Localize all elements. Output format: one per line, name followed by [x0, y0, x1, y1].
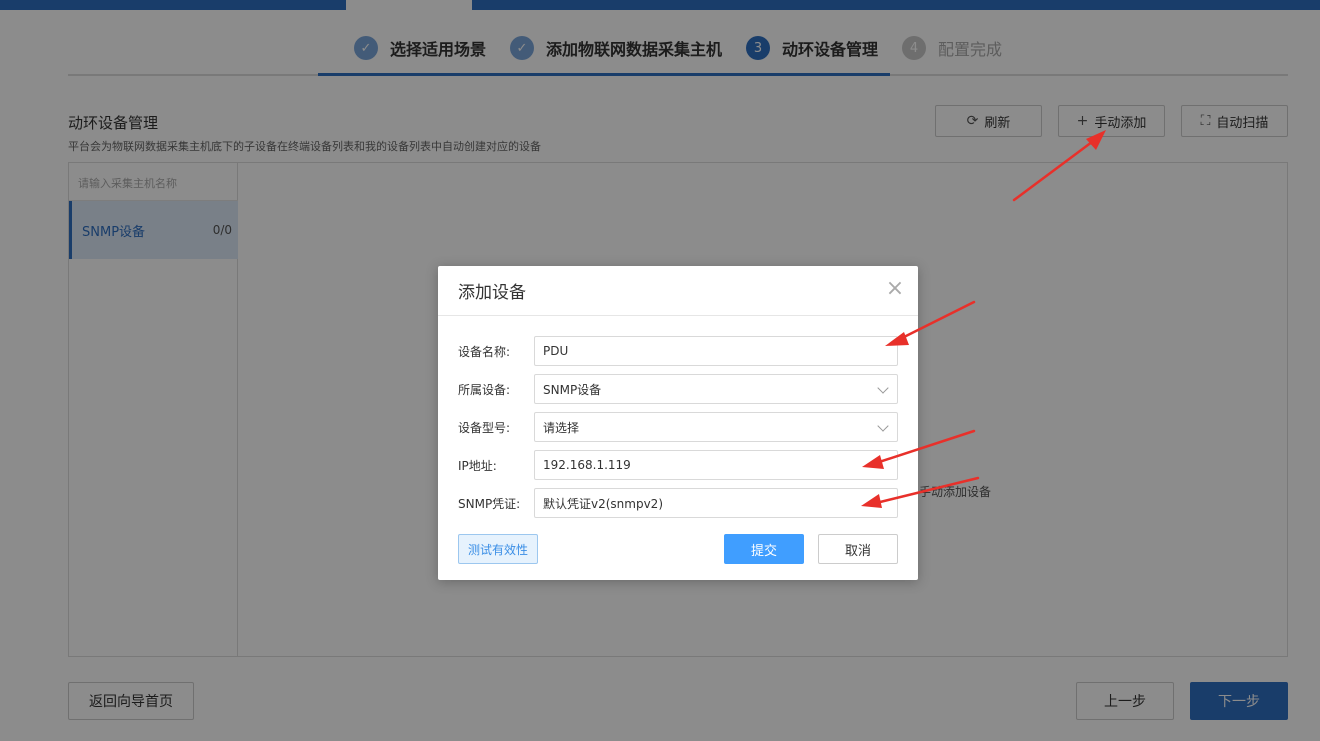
arrow-head-icon [1086, 130, 1106, 150]
arrow-to-manual-add [1012, 134, 1102, 202]
arrow-to-snmp-credential [870, 476, 980, 506]
arrow-to-device-name [894, 300, 976, 343]
arrow-head-icon [861, 494, 882, 508]
arrow-head-icon [862, 455, 884, 469]
arrow-head-icon [885, 332, 909, 346]
annotation-arrows [861, 130, 1106, 508]
arrow-to-ip-address [871, 429, 976, 466]
